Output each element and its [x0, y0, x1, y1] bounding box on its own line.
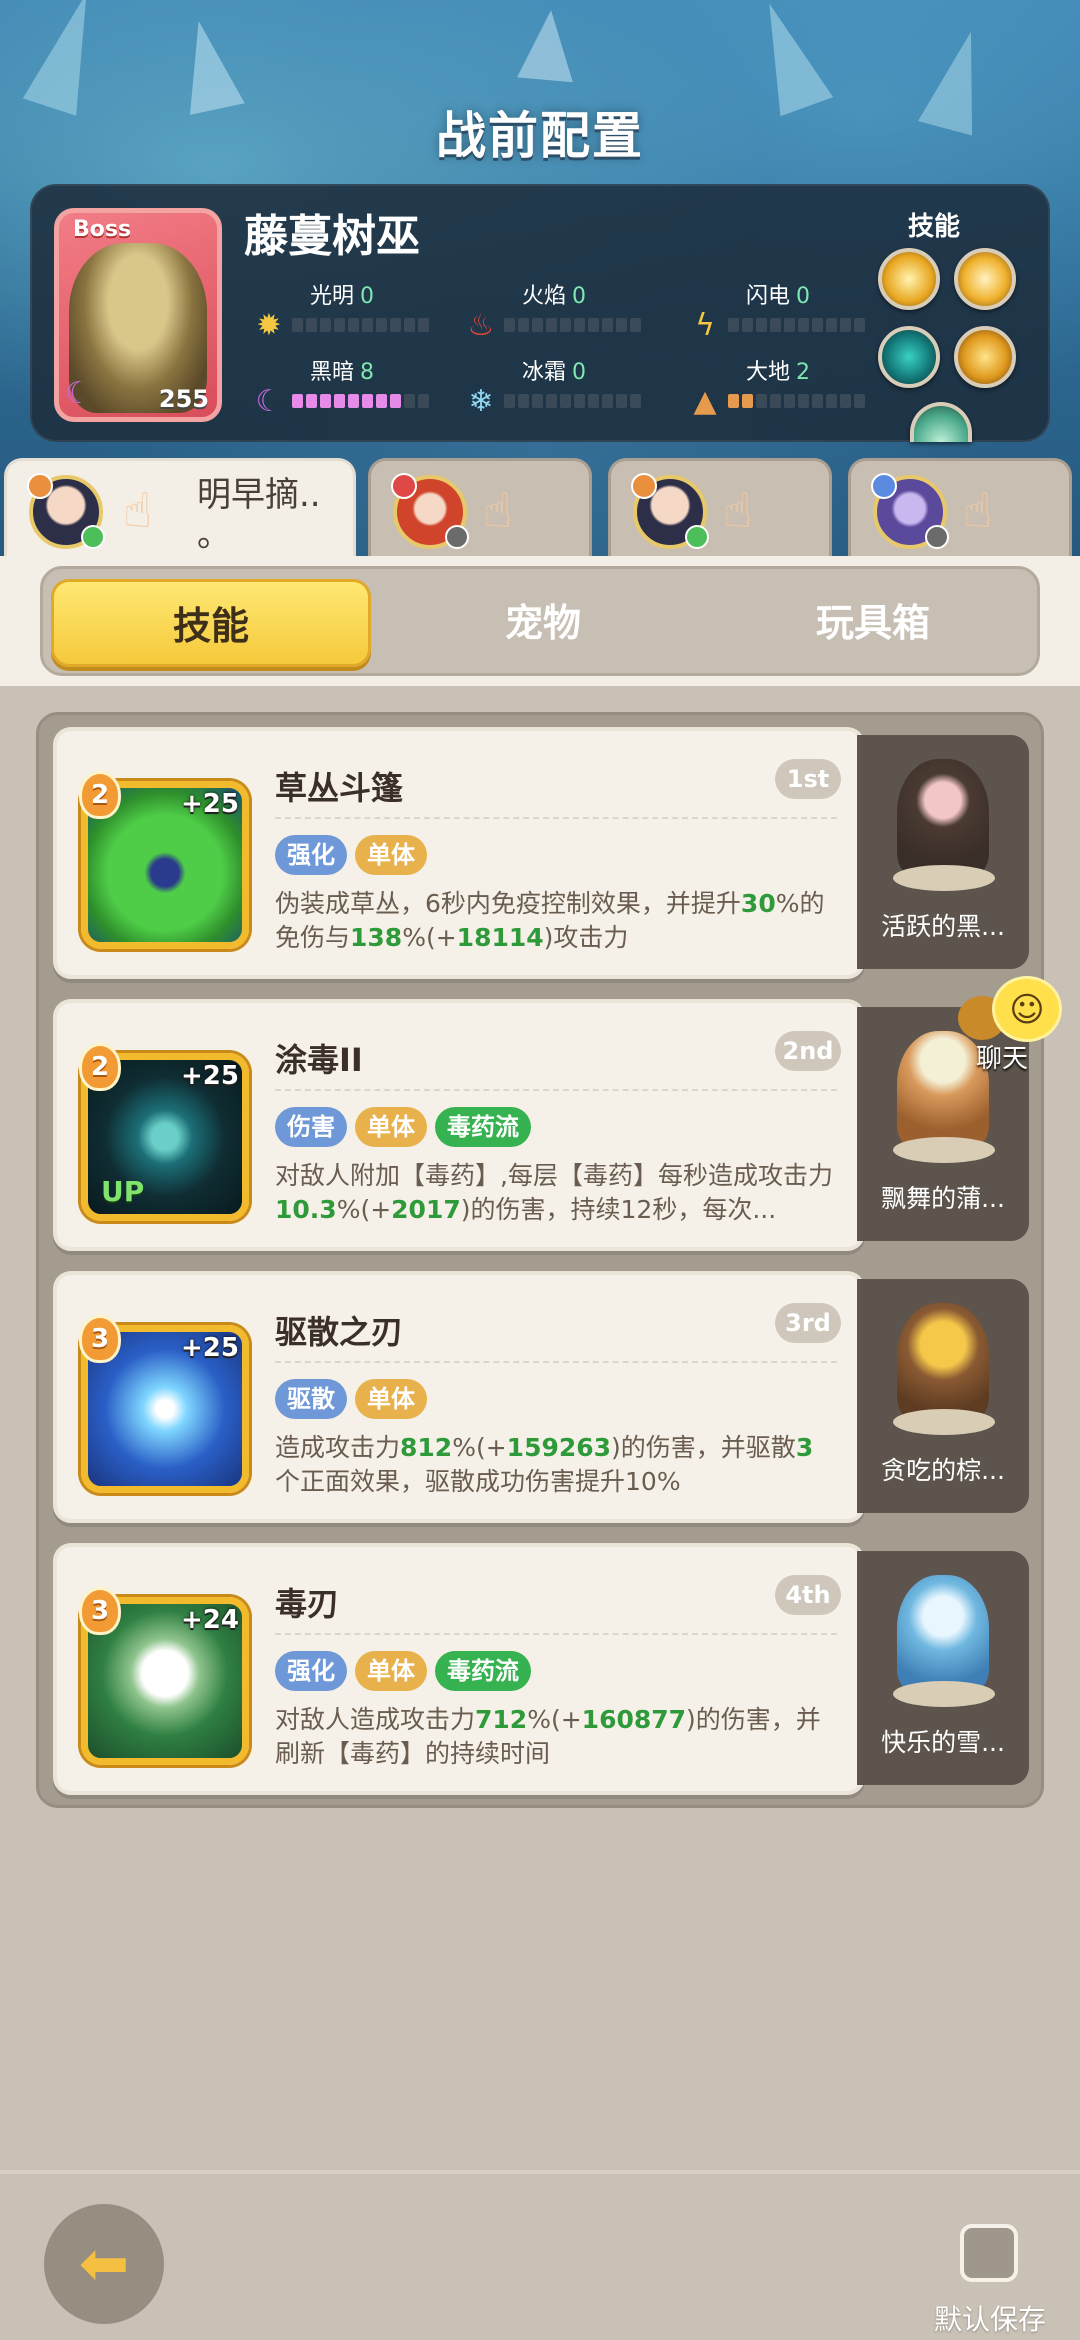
chat-button[interactable]: ☺ 聊天 [958, 976, 1068, 1076]
skill-tag: 强化 [275, 835, 347, 875]
chat-label: 聊天 [976, 1044, 1029, 1074]
boss-skill-3-icon[interactable] [878, 326, 940, 388]
skill-description: 伪装成草丛，6秒内免疫控制效果，并提升30%的免伤与138%(+18114)攻击… [275, 889, 825, 952]
skill-tag: 毒药流 [435, 1651, 531, 1691]
hero-tab-4[interactable]: ☝ [848, 458, 1072, 558]
skill-title: 驱散之刃 [275, 1313, 404, 1351]
skill-description: 对敌人附加【毒药】,每层【毒药】每秒造成攻击力10.3%(+2017)的伤害，持… [275, 1161, 833, 1224]
skill-rank-badge: 2nd [775, 1031, 841, 1071]
boss-skill-2-icon[interactable] [954, 248, 1016, 310]
boss-skills-label: 技能 [908, 212, 961, 242]
skill-upgrade-label: UP [101, 1175, 145, 1208]
hero-tabs: ☝ 明早摘.. 。 ☝ ☝ ☝ [0, 458, 1080, 564]
hero-avatar [631, 473, 709, 549]
pet-name: 贪吃的棕... [881, 1456, 1005, 1485]
snow-pet-icon [897, 1575, 989, 1693]
skill-card-4[interactable]: 3 +24 毒刃 4th 强化 单体 毒药流 对敌人造成攻击力712%(+160… [53, 1543, 865, 1795]
skill-tag: 单体 [355, 1107, 427, 1147]
skill-title: 涂毒II [275, 1041, 363, 1079]
element-earth: ▲ 大地 2 [688, 354, 908, 434]
bear-pet-icon [897, 1303, 989, 1421]
fire-icon: ♨ [467, 308, 495, 343]
boss-skill-5-icon[interactable] [910, 402, 972, 442]
arrow-left-icon: ⬅ [78, 2229, 130, 2299]
skill-description: 造成攻击力812%(+159263)的伤害，并驱散3个正面效果，驱散成功伤害提升… [275, 1433, 814, 1496]
skill-title: 草丛斗篷 [275, 769, 404, 807]
pet-name: 活跃的黑... [881, 912, 1005, 941]
boss-skill-1-icon[interactable] [878, 248, 940, 310]
hero-tab-1[interactable]: ☝ 明早摘.. 。 [4, 458, 356, 564]
skill-card-3[interactable]: 3 +25 驱散之刃 3rd 驱散 单体 造成攻击力812%(+159263)的… [53, 1271, 865, 1523]
hero-tab-2[interactable]: ☝ [368, 458, 592, 558]
moon-icon: ☾ [65, 376, 92, 411]
skill-tag: 驱散 [275, 1379, 347, 1419]
hero-avatar [27, 473, 105, 549]
skill-rank-badge: 4th [775, 1575, 841, 1615]
boss-level: 255 [158, 385, 209, 413]
tap-hand-icon: ☝ [123, 483, 153, 539]
element-frost: ❄ 冰霜 0 [464, 354, 684, 434]
snowflake-icon: ❄ [468, 384, 494, 419]
element-light: ✹ 光明 0 [252, 278, 472, 358]
skill-level-badge: 2 [79, 771, 121, 819]
tab-skills[interactable]: 技能 [51, 579, 371, 667]
hero-name: 明早摘.. 。 [197, 475, 321, 555]
skill-tag: 伤害 [275, 1107, 347, 1147]
smile-icon: ☺ [992, 976, 1062, 1042]
pet-slot-1[interactable]: 活跃的黑... [857, 735, 1029, 969]
skill-tag: 单体 [355, 1651, 427, 1691]
element-lightning: ϟ 闪电 0 [688, 278, 908, 358]
moon-icon: ☾ [255, 384, 283, 419]
boss-tag: Boss [73, 217, 132, 242]
element-fire: ♨ 火焰 0 [464, 278, 684, 358]
boss-info-panel: Boss ☾ 255 藤蔓树巫 ✹ 光明 0 ♨ 火焰 0 ϟ 闪电 0 ☾ 黑暗 8 … [30, 184, 1050, 442]
skill-plus-level: +25 [181, 789, 239, 819]
footer-bar: ⬅ 默认保存 [0, 2170, 1080, 2340]
skill-card-1[interactable]: 2 +25 草丛斗篷 1st 强化 单体 伪装成草丛，6秒内免疫控制效果，并提升… [53, 727, 865, 979]
boss-skill-4-icon[interactable] [954, 326, 1016, 388]
hero-avatar [871, 473, 949, 549]
skill-rank-badge: 3rd [775, 1303, 841, 1343]
hero-avatar [391, 473, 469, 549]
skill-card-2[interactable]: 2 +25 UP 涂毒II 2nd 伤害 单体 毒药流 对敌人附加【毒药】,每层… [53, 999, 865, 1251]
mountain-icon: ▲ [693, 384, 717, 419]
tap-hand-icon: ☝ [483, 483, 513, 539]
back-button[interactable]: ⬅ [44, 2204, 164, 2324]
default-save-checkbox[interactable] [960, 2224, 1018, 2282]
tab-toybox[interactable]: 玩具箱 [713, 579, 1033, 667]
skill-list: 2 +25 草丛斗篷 1st 强化 单体 伪装成草丛，6秒内免疫控制效果，并提升… [36, 712, 1044, 1808]
skill-plus-level: +24 [181, 1605, 239, 1635]
boar-pet-icon [897, 759, 989, 877]
tap-hand-icon: ☝ [963, 483, 993, 539]
tab-bar: 技能 宠物 玩具箱 [40, 566, 1040, 676]
pet-slot-4[interactable]: 快乐的雪... [857, 1551, 1029, 1785]
pet-name: 快乐的雪... [881, 1728, 1005, 1757]
tap-hand-icon: ☝ [723, 483, 753, 539]
tab-bar-wrapper: 技能 宠物 玩具箱 [0, 556, 1080, 686]
skill-level-badge: 2 [79, 1043, 121, 1091]
skill-tag: 毒药流 [435, 1107, 531, 1147]
pet-slot-3[interactable]: 贪吃的棕... [857, 1279, 1029, 1513]
skill-tag: 强化 [275, 1651, 347, 1691]
skill-description: 对敌人造成攻击力712%(+160877)的伤害，并刷新【毒药】的持续时间 [275, 1705, 821, 1768]
skill-plus-level: +25 [181, 1061, 239, 1091]
skill-level-badge: 3 [79, 1315, 121, 1363]
skill-plus-level: +25 [181, 1333, 239, 1363]
skill-level-badge: 3 [79, 1587, 121, 1635]
boss-name: 藤蔓树巫 [244, 211, 420, 262]
default-save-label: 默认保存 [934, 2303, 1047, 2336]
skill-tag: 单体 [355, 1379, 427, 1419]
skill-rank-badge: 1st [775, 759, 841, 799]
skill-tag: 单体 [355, 835, 427, 875]
page-title: 战前配置 [436, 107, 644, 165]
element-dark: ☾ 黑暗 8 [252, 354, 472, 434]
sun-icon: ✹ [256, 308, 282, 343]
pet-name: 飘舞的蒲... [881, 1184, 1005, 1213]
boss-portrait[interactable]: Boss ☾ 255 [54, 208, 222, 422]
hero-tab-3[interactable]: ☝ [608, 458, 832, 558]
skill-title: 毒刃 [275, 1585, 340, 1623]
lightning-icon: ϟ [695, 308, 715, 343]
tab-pets[interactable]: 宠物 [383, 579, 703, 667]
